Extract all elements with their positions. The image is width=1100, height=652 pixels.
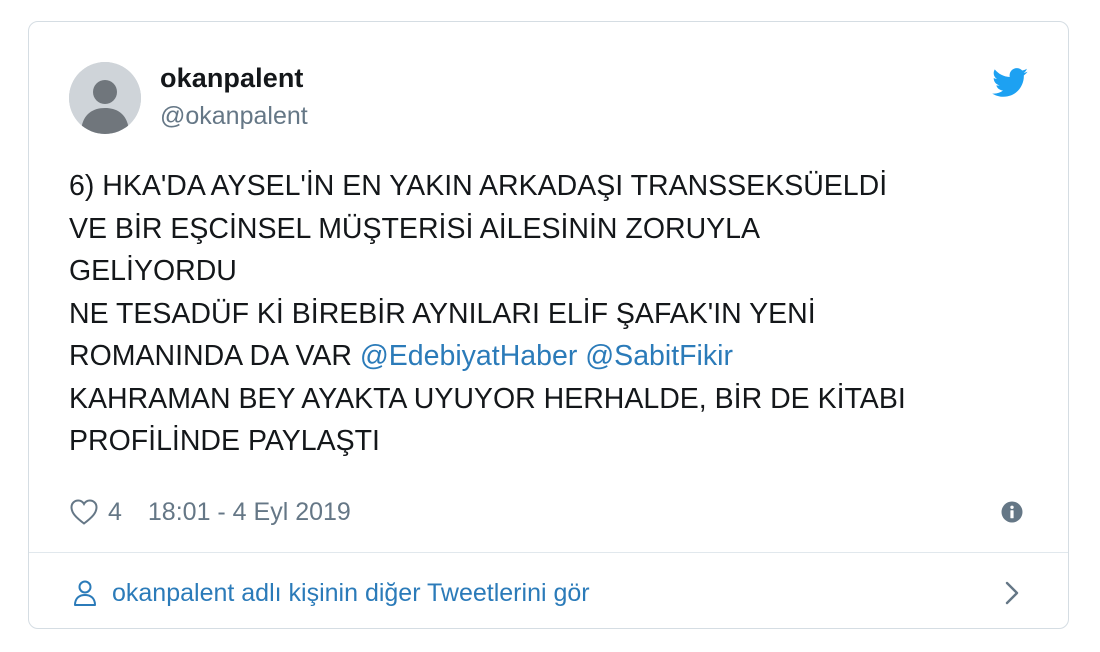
tweet-text-segment: 6) HKA'DA AYSEL'İN EN YAKIN ARKADAŞI TRA… <box>69 170 888 202</box>
tweet-line: ROMANINDA DA VAR @EdebiyatHaber @SabitFi… <box>69 335 1029 378</box>
twitter-bird-icon[interactable] <box>992 68 1029 98</box>
tweet-line: PROFİLİNDE PAYLAŞTI <box>69 420 1029 463</box>
tweet-line: GELİYORDU <box>69 250 1029 293</box>
tweet-timestamp[interactable]: 18:01 - 4 Eyl 2019 <box>148 498 351 527</box>
tweet-text-segment: ROMANINDA DA VAR <box>69 340 360 372</box>
person-icon <box>74 580 96 606</box>
tweet-meta: 4 18:01 - 4 Eyl 2019 <box>69 495 351 529</box>
chevron-right-icon[interactable] <box>1002 580 1022 606</box>
footer-divider <box>29 552 1068 553</box>
tweet-line: 6) HKA'DA AYSEL'İN EN YAKIN ARKADAŞI TRA… <box>69 165 1029 208</box>
tweet-text-segment: NE TESADÜF Kİ BİREBİR AYNILARI ELİF ŞAFA… <box>69 297 816 330</box>
mention-link-edebiyathaber[interactable]: @EdebiyatHaber <box>360 340 577 372</box>
like-count[interactable]: 4 <box>108 498 122 527</box>
tweet-text: 6) HKA'DA AYSEL'İN EN YAKIN ARKADAŞI TRA… <box>69 165 1029 463</box>
tweet-text-segment: GELİYORDU <box>69 255 237 287</box>
tweet-text-segment: KAHRAMAN BEY AYAKTA UYUYOR HERHALDE, BİR… <box>69 382 906 415</box>
tweet-line: KAHRAMAN BEY AYAKTA UYUYOR HERHALDE, BİR… <box>69 378 1029 421</box>
tweet-text-segment: VE BİR EŞCİNSEL MÜŞTERİSİ AİLESİNİN ZORU… <box>69 212 761 245</box>
tweet-card: okanpalent @okanpalent 6) HKA'DA AYSEL'İ… <box>28 21 1069 629</box>
more-tweets-link[interactable]: okanpalent adlı kişinin diğer Tweetlerin… <box>73 575 590 611</box>
more-tweets-label[interactable]: okanpalent adlı kişinin diğer Tweetlerin… <box>112 579 590 608</box>
heart-icon[interactable] <box>69 498 99 526</box>
avatar[interactable] <box>69 62 141 134</box>
default-avatar-icon <box>69 62 141 134</box>
tweet-line: NE TESADÜF Kİ BİREBİR AYNILARI ELİF ŞAFA… <box>69 293 1029 336</box>
mention-link-sabitfikir[interactable]: @SabitFikir <box>585 340 733 372</box>
user-handle[interactable]: @okanpalent <box>160 102 308 131</box>
tweet-text-segment: PROFİLİNDE PAYLAŞTI <box>69 425 380 457</box>
info-icon[interactable] <box>1001 501 1023 523</box>
tweet-line: VE BİR EŞCİNSEL MÜŞTERİSİ AİLESİNİN ZORU… <box>69 208 1029 251</box>
display-name[interactable]: okanpalent <box>160 63 304 94</box>
